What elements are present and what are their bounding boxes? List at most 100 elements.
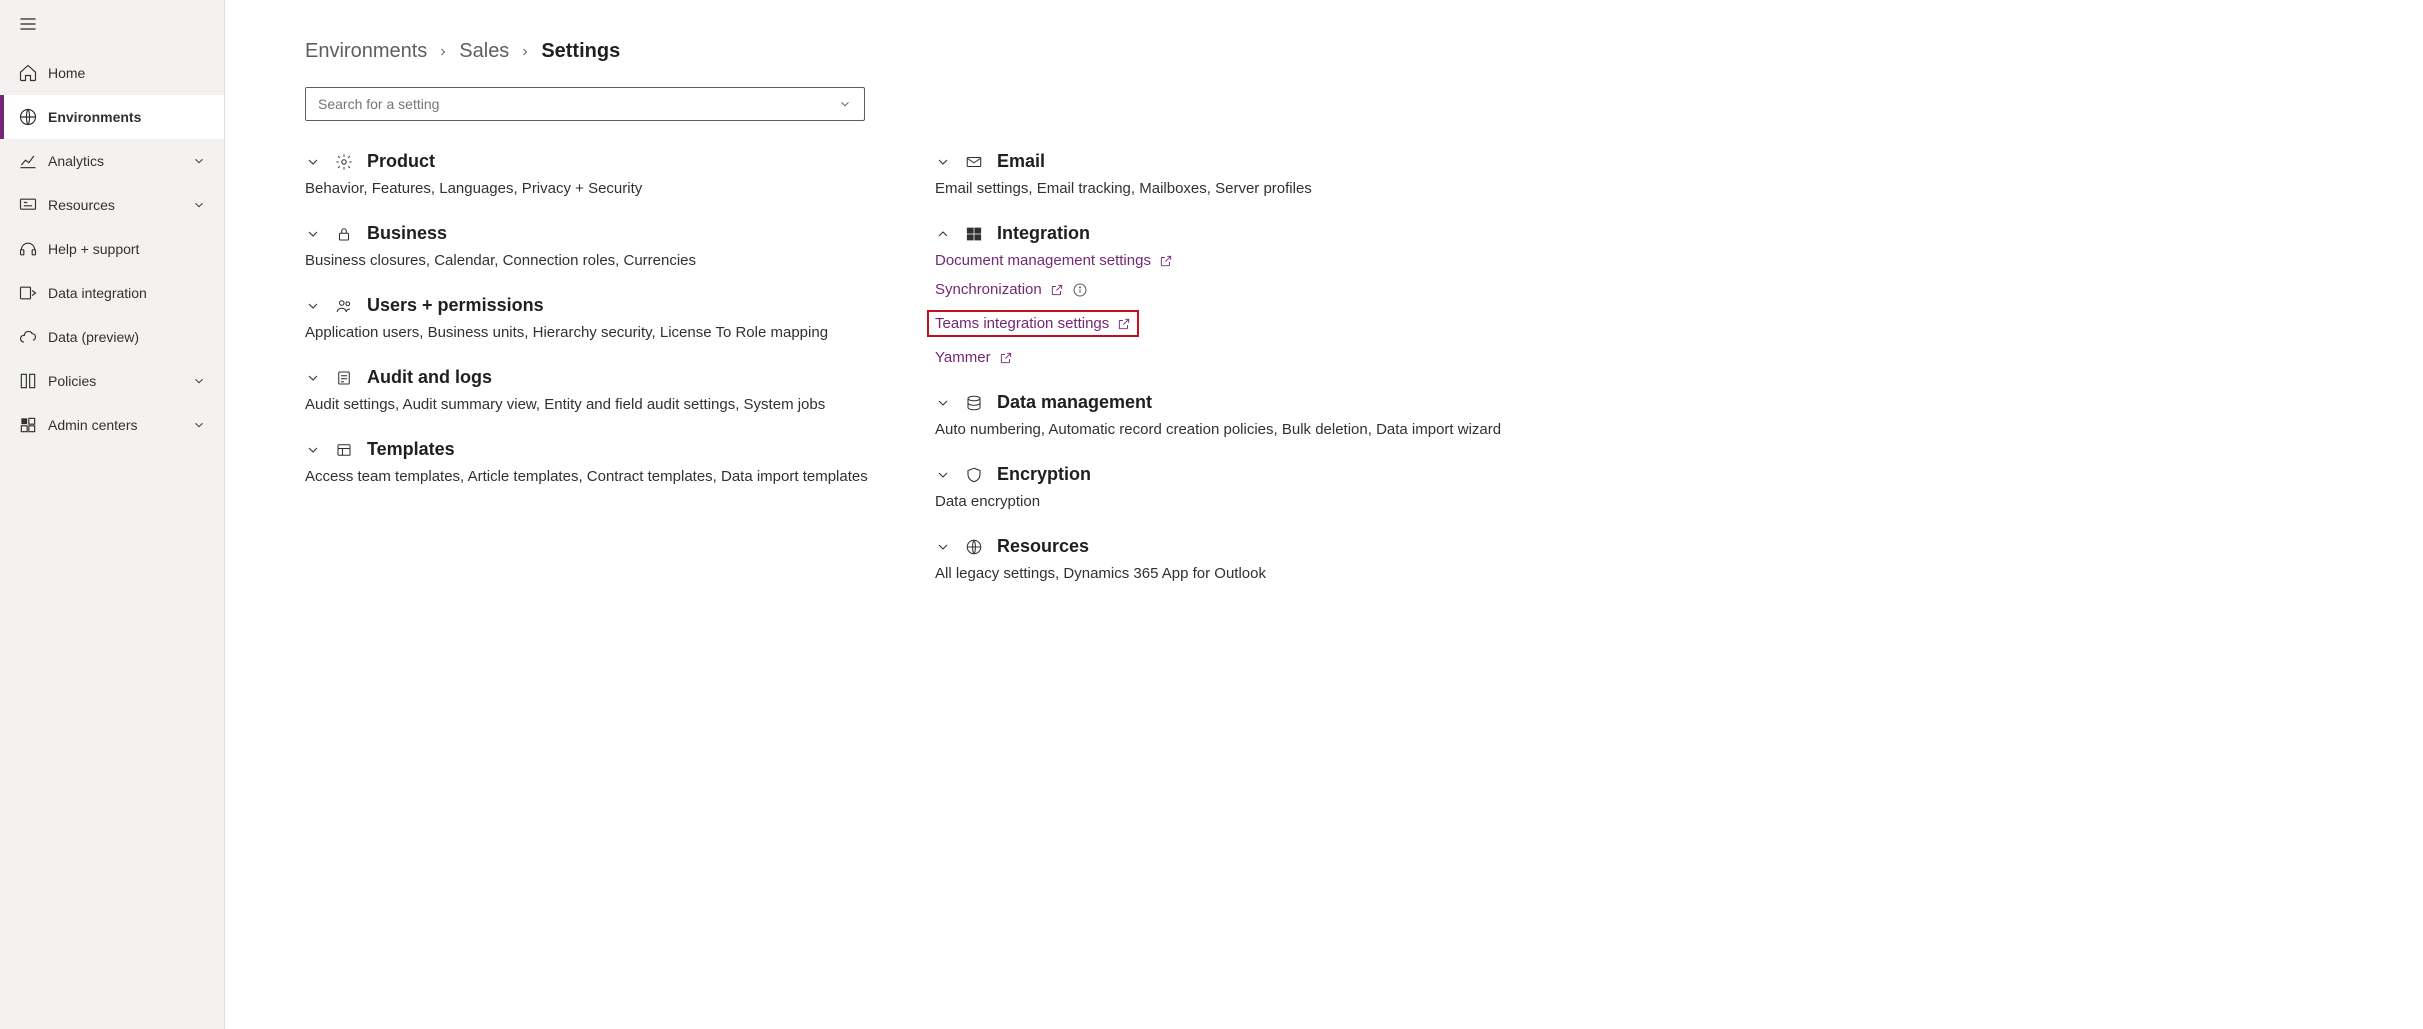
group-title: Users + permissions bbox=[367, 295, 544, 316]
breadcrumb-current: Settings bbox=[541, 40, 620, 63]
link-document-management[interactable]: Document management settings bbox=[935, 252, 1173, 269]
sidebar-item-resources[interactable]: Resources bbox=[0, 183, 224, 227]
chevron-up-icon bbox=[935, 226, 951, 242]
highlight-teams-integration: Teams integration settings bbox=[927, 310, 1139, 337]
group-encryption: Encryption Data encryption bbox=[935, 464, 2363, 510]
group-integration: Integration Document management settings… bbox=[935, 223, 2363, 366]
group-subtext: Application users, Business units, Hiera… bbox=[305, 324, 895, 341]
audit-icon bbox=[335, 369, 353, 387]
group-header[interactable]: Audit and logs bbox=[305, 367, 895, 388]
search-settings[interactable] bbox=[305, 87, 865, 121]
sidebar-item-data-integration[interactable]: Data integration bbox=[0, 271, 224, 315]
sidebar-item-label: Analytics bbox=[48, 153, 192, 169]
globe-icon bbox=[18, 107, 38, 127]
sidebar-item-analytics[interactable]: Analytics bbox=[0, 139, 224, 183]
sidebar-item-label: Resources bbox=[48, 197, 192, 213]
chevron-down-icon bbox=[935, 539, 951, 555]
group-resources: Resources All legacy settings, Dynamics … bbox=[935, 536, 2363, 582]
sidebar-item-admin-centers[interactable]: Admin centers bbox=[0, 403, 224, 447]
hamburger-menu[interactable] bbox=[0, 0, 224, 51]
sidebar-item-data-preview[interactable]: Data (preview) bbox=[0, 315, 224, 359]
group-header[interactable]: Templates bbox=[305, 439, 895, 460]
sidebar-item-label: Data integration bbox=[48, 285, 206, 301]
link-label: Synchronization bbox=[935, 281, 1042, 298]
sidebar-item-label: Data (preview) bbox=[48, 329, 206, 345]
template-icon bbox=[335, 441, 353, 459]
group-title: Data management bbox=[997, 392, 1152, 413]
analytics-icon bbox=[18, 151, 38, 171]
group-header[interactable]: Email bbox=[935, 151, 2363, 172]
external-link-icon bbox=[1117, 317, 1131, 331]
group-header[interactable]: Users + permissions bbox=[305, 295, 895, 316]
sidebar-item-label: Help + support bbox=[48, 241, 206, 257]
group-title: Business bbox=[367, 223, 447, 244]
sidebar-item-label: Environments bbox=[48, 109, 206, 125]
chevron-down-icon bbox=[305, 442, 321, 458]
group-title: Templates bbox=[367, 439, 455, 460]
group-users-permissions: Users + permissions Application users, B… bbox=[305, 295, 895, 341]
link-label: Document management settings bbox=[935, 252, 1151, 269]
chevron-down-icon bbox=[935, 467, 951, 483]
group-subtext: Access team templates, Article templates… bbox=[305, 468, 895, 485]
chevron-down-icon bbox=[935, 395, 951, 411]
hamburger-icon bbox=[18, 14, 38, 34]
breadcrumb: Environments Sales Settings bbox=[305, 40, 2363, 63]
link-yammer[interactable]: Yammer bbox=[935, 349, 1013, 366]
dataint-icon bbox=[18, 283, 38, 303]
link-label: Teams integration settings bbox=[935, 315, 1109, 332]
breadcrumb-item[interactable]: Sales bbox=[459, 40, 509, 63]
group-subtext: Behavior, Features, Languages, Privacy +… bbox=[305, 180, 895, 197]
sidebar: Home Environments Analytics Resources He… bbox=[0, 0, 225, 1029]
globe-icon bbox=[965, 538, 983, 556]
chevron-right-icon bbox=[437, 46, 449, 58]
chevron-down-icon bbox=[305, 154, 321, 170]
chevron-right-icon bbox=[519, 46, 531, 58]
group-title: Email bbox=[997, 151, 1045, 172]
link-synchronization[interactable]: Synchronization bbox=[935, 281, 1088, 298]
policies-icon bbox=[18, 371, 38, 391]
lock-icon bbox=[335, 225, 353, 243]
mail-icon bbox=[965, 153, 983, 171]
info-icon bbox=[1072, 282, 1088, 298]
group-data-management: Data management Auto numbering, Automati… bbox=[935, 392, 2363, 438]
group-header[interactable]: Integration bbox=[935, 223, 2363, 244]
search-input[interactable] bbox=[318, 96, 838, 112]
sidebar-item-help-support[interactable]: Help + support bbox=[0, 227, 224, 271]
chevron-down-icon bbox=[935, 154, 951, 170]
group-title: Encryption bbox=[997, 464, 1091, 485]
sidebar-item-environments[interactable]: Environments bbox=[0, 95, 224, 139]
group-header[interactable]: Data management bbox=[935, 392, 2363, 413]
chevron-down-icon bbox=[305, 298, 321, 314]
chevron-down-icon bbox=[305, 226, 321, 242]
external-link-icon bbox=[1050, 283, 1064, 297]
database-icon bbox=[965, 394, 983, 412]
group-subtext: All legacy settings, Dynamics 365 App fo… bbox=[935, 565, 2363, 582]
external-link-icon bbox=[999, 351, 1013, 365]
sidebar-item-home[interactable]: Home bbox=[0, 51, 224, 95]
group-audit-logs: Audit and logs Audit settings, Audit sum… bbox=[305, 367, 895, 413]
group-email: Email Email settings, Email tracking, Ma… bbox=[935, 151, 2363, 197]
main-content: Environments Sales Settings Product Beha… bbox=[225, 0, 2423, 1029]
group-subtext: Auto numbering, Automatic record creatio… bbox=[935, 421, 2363, 438]
settings-column-right: Email Email settings, Email tracking, Ma… bbox=[935, 151, 2363, 608]
windows-icon bbox=[965, 225, 983, 243]
breadcrumb-item[interactable]: Environments bbox=[305, 40, 427, 63]
group-subtext: Data encryption bbox=[935, 493, 2363, 510]
chevron-down-icon bbox=[305, 370, 321, 386]
sidebar-item-policies[interactable]: Policies bbox=[0, 359, 224, 403]
group-business: Business Business closures, Calendar, Co… bbox=[305, 223, 895, 269]
gear-icon bbox=[335, 153, 353, 171]
link-teams-integration[interactable]: Teams integration settings bbox=[935, 315, 1131, 332]
group-header[interactable]: Resources bbox=[935, 536, 2363, 557]
settings-column-left: Product Behavior, Features, Languages, P… bbox=[305, 151, 895, 608]
support-icon bbox=[18, 239, 38, 259]
external-link-icon bbox=[1159, 254, 1173, 268]
group-title: Resources bbox=[997, 536, 1089, 557]
resources-icon bbox=[18, 195, 38, 215]
group-title: Product bbox=[367, 151, 435, 172]
group-header[interactable]: Product bbox=[305, 151, 895, 172]
shield-icon bbox=[965, 466, 983, 484]
chevron-down-icon bbox=[838, 97, 852, 111]
group-header[interactable]: Business bbox=[305, 223, 895, 244]
group-header[interactable]: Encryption bbox=[935, 464, 2363, 485]
